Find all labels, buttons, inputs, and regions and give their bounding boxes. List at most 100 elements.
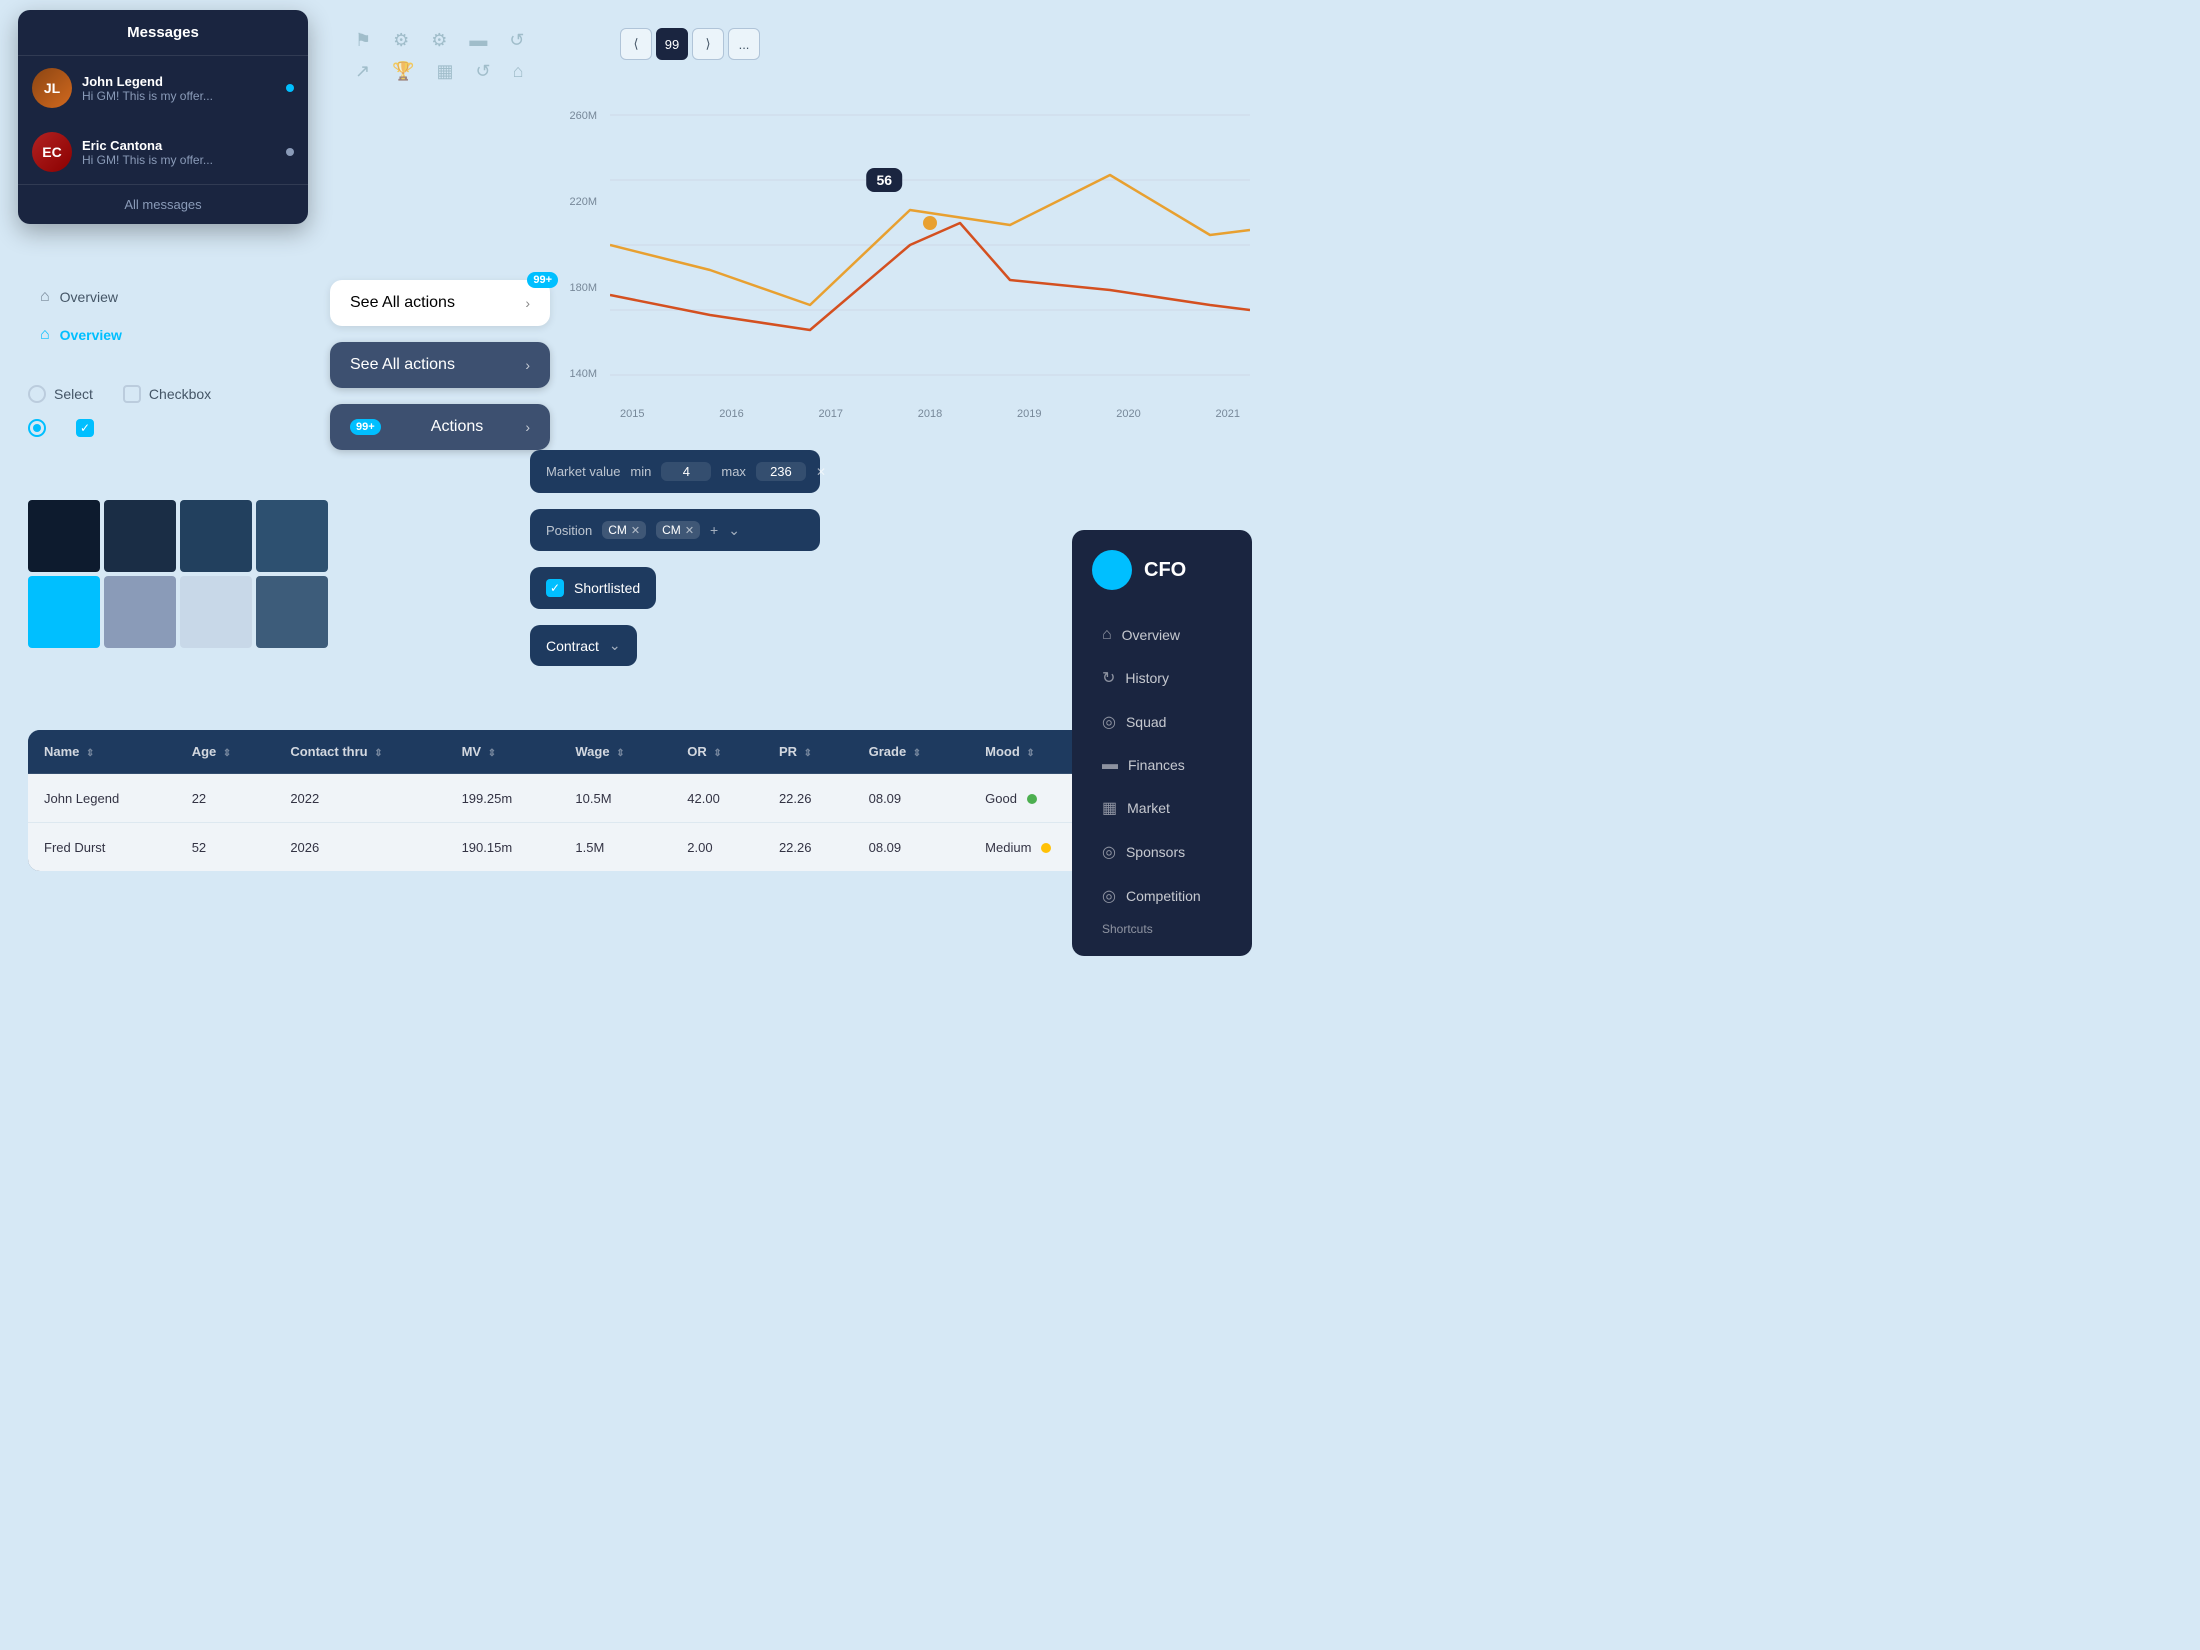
messages-panel: Messages JL John Legend Hi GM! This is m…	[18, 10, 308, 224]
see-all-btn-dark[interactable]: See All actions ›	[330, 342, 550, 388]
col-pr[interactable]: PR ⇕	[763, 730, 853, 774]
message-content-john: John Legend Hi GM! This is my offer...	[82, 74, 276, 103]
see-all-btn-white[interactable]: See All actions › 99+	[330, 280, 550, 326]
col-or[interactable]: OR ⇕	[671, 730, 763, 774]
chevron-right-dark-btn: ›	[525, 357, 530, 373]
position-tag-2[interactable]: CM ✕	[656, 521, 700, 539]
controls-area: See All actions › 99+ See All actions › …	[330, 280, 550, 450]
cell-mv-fred: 190.15m	[446, 823, 560, 872]
message-dot-eric	[286, 148, 294, 156]
flag-icon[interactable]: ⚑	[355, 30, 371, 51]
contract-chevron: ⌄	[609, 637, 621, 654]
checkbox-unchecked[interactable]	[123, 385, 141, 403]
shortlisted-btn[interactable]: ✓ Shortlisted	[530, 567, 656, 609]
badge-inline-actions: 99+	[350, 419, 381, 435]
checkbox-checked-label[interactable]: ✓	[76, 419, 94, 437]
page-99-btn[interactable]: 99	[656, 28, 688, 60]
position-label: Position	[546, 523, 592, 538]
all-messages-link[interactable]: All messages	[18, 184, 308, 224]
cfo-nav-sponsors[interactable]: ◎ Sponsors	[1092, 834, 1232, 870]
radio-checkbox-checked-row: ✓	[28, 419, 278, 437]
history-icon-1[interactable]: ↺	[509, 30, 524, 51]
x-label-2019: 2019	[1017, 408, 1041, 420]
trophy-icon[interactable]: 🏆	[392, 61, 414, 82]
radio-checked[interactable]	[28, 419, 46, 437]
message-item-eric[interactable]: EC Eric Cantona Hi GM! This is my offer.…	[18, 120, 308, 184]
market-value-clear[interactable]: ✕	[816, 465, 826, 479]
position-expand[interactable]: ⌄	[728, 522, 740, 539]
checkbox-label[interactable]: Checkbox	[123, 385, 211, 403]
position-tag-1[interactable]: CM ✕	[602, 521, 646, 539]
cfo-nav-squad[interactable]: ◎ Squad	[1092, 704, 1232, 740]
swatch-3[interactable]	[180, 500, 252, 572]
col-age[interactable]: Age ⇕	[176, 730, 275, 774]
chart-x-labels: 2015 2016 2017 2018 2019 2020 2021	[610, 408, 1250, 420]
swatch-5[interactable]	[28, 576, 100, 648]
gear-icon-1[interactable]: ⚙	[393, 30, 409, 51]
min-label: min	[630, 464, 651, 479]
swatch-6[interactable]	[104, 576, 176, 648]
history-icon-2[interactable]: ↺	[476, 61, 491, 82]
radio-unchecked[interactable]	[28, 385, 46, 403]
col-name[interactable]: Name ⇕	[28, 730, 176, 774]
x-label-2021: 2021	[1216, 408, 1240, 420]
cfo-nav-history[interactable]: ↻ History	[1092, 660, 1232, 696]
cfo-nav-competition[interactable]: ◎ Competition	[1092, 878, 1232, 914]
col-wage[interactable]: Wage ⇕	[559, 730, 671, 774]
swatch-8[interactable]	[256, 576, 328, 648]
page-next-btn[interactable]: ⟩	[692, 28, 724, 60]
card-icon[interactable]: ▬	[469, 30, 487, 51]
swatch-7[interactable]	[180, 576, 252, 648]
sidebar-item-overview-active[interactable]: ⌂ Overview	[28, 318, 228, 352]
cfo-history-icon: ↻	[1102, 668, 1115, 688]
sidebar-item-overview-inactive[interactable]: ⌂ Overview	[28, 280, 228, 314]
col-contact[interactable]: Contact thru ⇕	[274, 730, 445, 774]
radio-checked-label[interactable]	[28, 419, 46, 437]
swatch-2[interactable]	[104, 500, 176, 572]
cfo-nav-finances[interactable]: ▬ Finances	[1092, 748, 1232, 782]
page-more-btn[interactable]: ...	[728, 28, 760, 60]
actions-btn[interactable]: 99+ Actions ›	[330, 404, 550, 450]
min-input[interactable]	[661, 462, 711, 481]
max-input[interactable]	[756, 462, 806, 481]
gear-icon-2[interactable]: ⚙	[431, 30, 447, 51]
shortlisted-label: Shortlisted	[574, 580, 640, 596]
mood-dot-yellow	[1041, 843, 1051, 853]
cfo-nav-market[interactable]: ▦ Market	[1092, 790, 1232, 826]
chart-icon[interactable]: ↗	[355, 61, 370, 82]
swatch-1[interactable]	[28, 500, 100, 572]
radio-select-label[interactable]: Select	[28, 385, 93, 403]
cell-name-john: John Legend	[28, 774, 176, 823]
position-tag-1-remove[interactable]: ✕	[631, 524, 640, 537]
color-swatches	[28, 500, 328, 648]
y-label-220: 220M	[569, 196, 597, 208]
shortlisted-checkbox: ✓	[546, 579, 564, 597]
message-preview-eric: Hi GM! This is my offer...	[82, 153, 276, 167]
cfo-nav-sponsors-label: Sponsors	[1126, 844, 1185, 860]
cfo-nav-market-label: Market	[1127, 800, 1170, 816]
actions-label: Actions	[431, 418, 483, 436]
home-icon-top[interactable]: ⌂	[513, 61, 524, 82]
home-icon-active: ⌂	[40, 326, 50, 344]
table-icon[interactable]: ▦	[437, 61, 454, 82]
market-value-label: Market value	[546, 464, 620, 479]
cell-contact-john: 2022	[274, 774, 445, 823]
checkbox-checked[interactable]: ✓	[76, 419, 94, 437]
table-row-john: John Legend 22 2022 199.25m 10.5M 42.00 …	[28, 774, 1242, 823]
cfo-nav-competition-label: Competition	[1126, 888, 1201, 904]
cfo-avatar	[1092, 550, 1132, 590]
cell-or-john: 42.00	[671, 774, 763, 823]
contract-btn[interactable]: Contract ⌄	[530, 625, 637, 666]
cfo-nav-overview[interactable]: ⌂ Overview	[1092, 618, 1232, 652]
page-first-btn[interactable]: ⟨	[620, 28, 652, 60]
cfo-title: CFO	[1144, 559, 1186, 582]
col-grade[interactable]: Grade ⇕	[853, 730, 970, 774]
position-add[interactable]: +	[710, 522, 718, 538]
message-item-john[interactable]: JL John Legend Hi GM! This is my offer..…	[18, 56, 308, 120]
swatch-4[interactable]	[256, 500, 328, 572]
position-tag-2-remove[interactable]: ✕	[685, 524, 694, 537]
table-header-row: Name ⇕ Age ⇕ Contact thru ⇕ MV ⇕ Wage ⇕ …	[28, 730, 1242, 774]
x-label-2015: 2015	[620, 408, 644, 420]
cell-name-fred: Fred Durst	[28, 823, 176, 872]
col-mv[interactable]: MV ⇕	[446, 730, 560, 774]
